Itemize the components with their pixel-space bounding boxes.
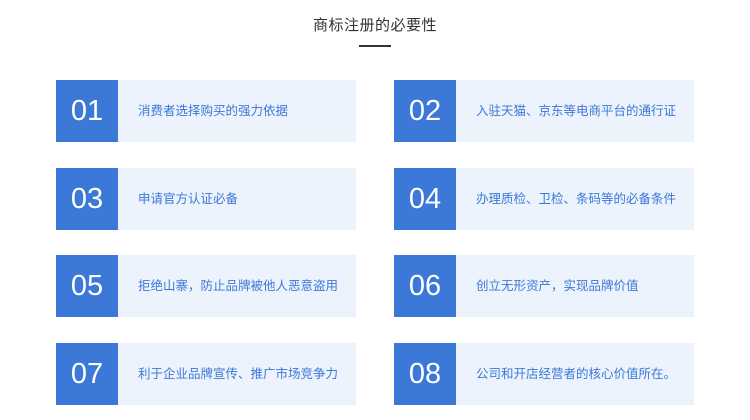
- benefit-card-03: 03 申请官方认证必备: [56, 168, 356, 230]
- benefit-card-08: 08 公司和开店经营者的核心价值所在。: [394, 343, 694, 405]
- title-underline-divider: [359, 45, 391, 47]
- card-number: 02: [394, 80, 456, 142]
- card-number: 08: [394, 343, 456, 405]
- benefit-card-05: 05 拒绝山寨，防止品牌被他人恶意盗用: [56, 255, 356, 317]
- benefit-card-04: 04 办理质检、卫检、条码等的必备条件: [394, 168, 694, 230]
- card-text: 消费者选择购买的强力依据: [138, 103, 289, 118]
- card-number: 01: [56, 80, 118, 142]
- card-text: 创立无形资产，实现品牌价值: [476, 278, 639, 293]
- card-text: 公司和开店经营者的核心价值所在。: [476, 366, 677, 381]
- benefit-card-07: 07 利于企业品牌宣传、推广市场竞争力: [56, 343, 356, 405]
- benefit-card-01: 01 消费者选择购买的强力依据: [56, 80, 356, 142]
- card-number: 06: [394, 255, 456, 317]
- card-text: 拒绝山寨，防止品牌被他人恶意盗用: [138, 278, 339, 293]
- benefit-card-02: 02 入驻天猫、京东等电商平台的通行证: [394, 80, 694, 142]
- benefit-card-06: 06 创立无形资产，实现品牌价值: [394, 255, 694, 317]
- card-text: 申请官方认证必备: [138, 191, 239, 206]
- card-text: 入驻天猫、京东等电商平台的通行证: [476, 103, 677, 118]
- card-number: 04: [394, 168, 456, 230]
- card-text: 利于企业品牌宣传、推广市场竞争力: [138, 366, 339, 381]
- card-number: 05: [56, 255, 118, 317]
- page-title: 商标注册的必要性: [312, 16, 437, 34]
- card-number: 03: [56, 168, 118, 230]
- card-text: 办理质检、卫检、条码等的必备条件: [476, 191, 677, 206]
- card-number: 07: [56, 343, 118, 405]
